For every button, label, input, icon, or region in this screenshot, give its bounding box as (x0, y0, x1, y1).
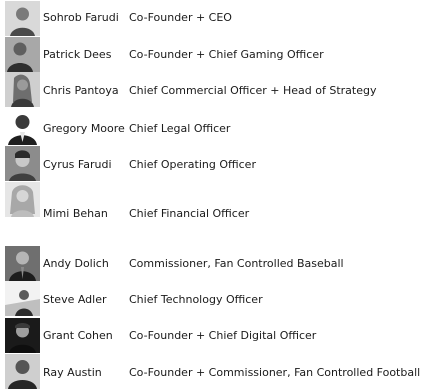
member-name: Chris Pantoya (43, 84, 119, 97)
member-title: Co-Founder + Commissioner, Fan Controlle… (129, 366, 421, 379)
member-title: Chief Legal Officer (129, 122, 231, 135)
member-name: Patrick Dees (43, 48, 112, 61)
member-title: Co-Founder + CEO (129, 11, 232, 24)
person-photo-icon (5, 1, 40, 36)
person-photo-icon (5, 354, 40, 389)
member-title: Chief Operating Officer (129, 158, 256, 171)
member-title: Chief Commercial Officer + Head of Strat… (129, 84, 377, 97)
person-photo-icon (5, 72, 40, 107)
person-photo-icon (5, 146, 40, 181)
member-name: Andy Dolich (43, 257, 109, 270)
member-name: Cyrus Farudi (43, 158, 112, 171)
member-name: Mimi Behan (43, 207, 108, 220)
person-photo-icon (5, 110, 40, 145)
member-title: Co-Founder + Chief Gaming Officer (129, 48, 324, 61)
member-name: Ray Austin (43, 366, 102, 379)
member-name: Gregory Moore (43, 122, 125, 135)
person-photo-icon (5, 37, 40, 72)
member-title: Chief Financial Officer (129, 207, 250, 220)
member-title: Chief Technology Officer (129, 293, 263, 306)
person-photo-icon (5, 182, 40, 217)
member-title: Co-Founder + Chief Digital Officer (129, 329, 317, 342)
member-title: Commissioner, Fan Controlled Baseball (129, 257, 344, 270)
person-photo-icon (5, 281, 40, 316)
member-name: Steve Adler (43, 293, 107, 306)
member-name: Grant Cohen (43, 329, 113, 342)
person-photo-icon (5, 318, 40, 353)
person-photo-icon (5, 246, 40, 281)
member-name: Sohrob Farudi (43, 11, 119, 24)
